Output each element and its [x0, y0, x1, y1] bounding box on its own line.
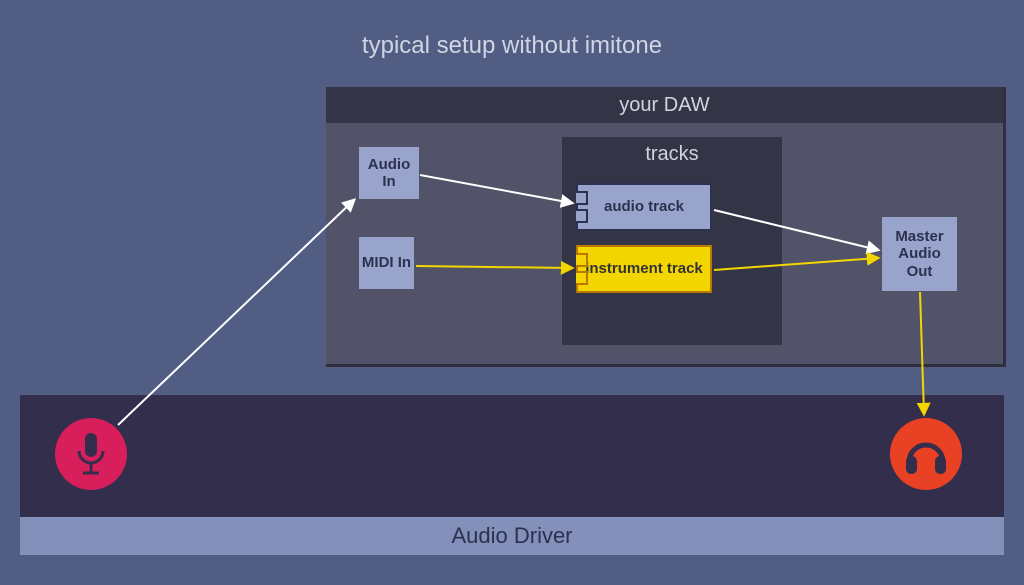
master-audio-out-node: Master Audio Out — [882, 217, 957, 291]
audio-driver-bar — [20, 395, 1004, 517]
audio-driver-label: Audio Driver — [20, 517, 1004, 555]
headphones-icon — [890, 418, 962, 490]
audio-track-node: audio track — [576, 183, 712, 231]
arrow-mic-to-audio-in — [118, 200, 354, 425]
instrument-track-node: instrument track — [576, 245, 712, 293]
midi-in-node: MIDI In — [359, 237, 414, 289]
daw-header: your DAW — [326, 87, 1003, 123]
tracks-container: tracks audio track instrument track — [562, 137, 782, 345]
diagram-title: typical setup without imitone — [0, 32, 1024, 60]
microphone-icon — [55, 418, 127, 490]
tracks-label: tracks — [562, 137, 782, 166]
daw-container: your DAW Audio In MIDI In Master Audio O… — [326, 87, 1006, 367]
audio-in-node: Audio In — [359, 147, 419, 199]
